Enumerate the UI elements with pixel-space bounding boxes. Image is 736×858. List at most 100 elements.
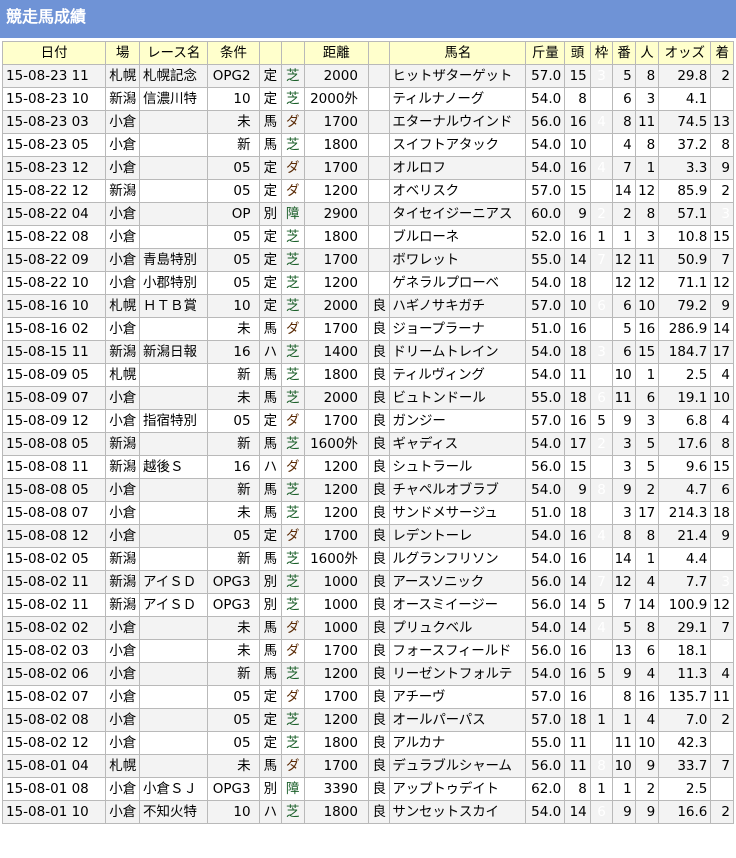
race-name-cell[interactable] (138, 731, 209, 755)
race-name-cell[interactable] (138, 662, 209, 686)
horse-name-cell[interactable]: デュラブルシャーム (389, 754, 527, 778)
horse-name-cell[interactable]: サンドメサージュ (389, 501, 527, 525)
table-row[interactable]: 15-08-02 05 新潟新馬芝 1600外良ルグランフリソン 54.0 16 7 14 1… (1, 547, 734, 571)
race-name-cell[interactable]: 越後Ｓ (138, 455, 209, 479)
race-name-cell[interactable]: ＨＴＢ賞 (138, 294, 209, 318)
horse-name-cell[interactable]: タイセイジーニアス (389, 202, 527, 226)
horse-name-cell[interactable]: チャペルオブラブ (389, 478, 527, 502)
race-name-cell[interactable] (138, 363, 209, 387)
table-row[interactable]: 15-08-23 11 札幌 札幌記念 OPG2 定芝 2000 ヒットザターゲット 57.0… (1, 64, 734, 88)
table-row[interactable]: 15-08-02 06 小倉新馬芝 1200 良リーゼントフォルテ 54.0 16 5 9 4 1… (1, 662, 734, 686)
race-name-cell[interactable] (138, 386, 209, 410)
table-row[interactable]: 15-08-01 04 札幌 未馬ダ 1700 良デュラブルシャーム 56.0 11 8 10 9… (1, 754, 734, 778)
race-name-cell[interactable] (138, 225, 209, 249)
race-name-cell[interactable]: 小郡特別 (138, 271, 209, 295)
race-name-cell[interactable] (138, 179, 209, 203)
horse-name-cell[interactable]: オルロフ (389, 156, 527, 180)
table-row[interactable]: 15-08-09 12 小倉 指宿特別 05 定ダ 1700 良ガンジー 57.0 16 5 9 3 6… (1, 409, 734, 433)
horse-name-cell[interactable]: ヒットザターゲット (389, 64, 527, 88)
race-name-cell[interactable] (138, 524, 209, 548)
header-odds[interactable]: オッズ (658, 41, 712, 65)
race-name-cell[interactable]: 信濃川特 (138, 87, 209, 111)
horse-name-cell[interactable]: リーゼントフォルテ (389, 662, 527, 686)
race-name-cell[interactable] (138, 110, 209, 134)
horse-name-cell[interactable]: シュトラール (389, 455, 527, 479)
race-name-cell[interactable] (138, 133, 209, 157)
table-row[interactable]: 15-08-23 05 小倉新馬芝 1800 スイフトアタック 54.0 10 4 4 8 37.… (1, 133, 734, 157)
horse-name-cell[interactable]: サンセットスカイ (389, 800, 527, 824)
race-name-cell[interactable] (138, 685, 209, 709)
race-name-cell[interactable] (138, 616, 209, 640)
header-place[interactable]: 場 (105, 41, 140, 65)
table-row[interactable]: 15-08-09 05 札幌 新馬芝 1800 良ティルヴィング 54.0 11 8 10 1 2.… (1, 363, 734, 387)
horse-name-cell[interactable]: フォースフィールド (389, 639, 527, 663)
table-row[interactable]: 15-08-23 12 小倉 05 定ダ 1700 オルロフ 54.0 16 4 7 1 3.3 9 (1, 156, 734, 180)
horse-name-cell[interactable]: スイフトアタック (389, 133, 527, 157)
table-row[interactable]: 15-08-02 11 新潟 アイＳＤ OPG3 別芝 1000 良アースソニック 56.0 1… (1, 570, 734, 594)
horse-name-cell[interactable]: レデントーレ (389, 524, 527, 548)
table-row[interactable]: 15-08-16 02 小倉未馬ダ 1700 良ジョープラーナ 51.0 16 3 5 16 28… (1, 317, 734, 341)
race-name-cell[interactable]: 不知火特 (138, 800, 209, 824)
horse-name-cell[interactable]: プリュクベル (389, 616, 527, 640)
header-horse[interactable]: 馬名 (389, 41, 527, 65)
table-row[interactable]: 15-08-02 11 新潟 アイＳＤ OPG3 別芝 1000 良オースミイージー 56.0… (1, 593, 734, 617)
race-name-cell[interactable] (138, 478, 209, 502)
header-date[interactable]: 日付 (1, 41, 107, 65)
horse-name-cell[interactable]: ティルナノーグ (389, 87, 527, 111)
header-finish[interactable]: 着 (710, 41, 734, 65)
horse-name-cell[interactable]: ブルローネ (389, 225, 527, 249)
table-row[interactable]: 15-08-01 10 小倉 不知火特 10 ハ芝 1800 良サンセットスカイ 54.0 14… (1, 800, 734, 824)
horse-name-cell[interactable]: ガンジー (389, 409, 527, 433)
horse-name-cell[interactable]: アースソニック (389, 570, 527, 594)
horse-name-cell[interactable]: アップトゥデイト (389, 777, 527, 801)
table-row[interactable]: 15-08-01 08 小倉 小倉ＳＪ OPG3 別障 3390 良アップトゥデイト 62.0… (1, 777, 734, 801)
table-row[interactable]: 15-08-08 07 小倉未馬芝 1200 良サンドメサージュ 51.0 18 2 3 17 2… (1, 501, 734, 525)
table-row[interactable]: 15-08-22 10 小倉 小郡特別 05 定芝 1200 ゲネラルプローベ 54.0 18 6… (1, 271, 734, 295)
horse-name-cell[interactable]: オベリスク (389, 179, 527, 203)
table-row[interactable]: 15-08-15 11 新潟 新潟日報 16 ハ芝 1400 良ドリームトレイン 54.0 18… (1, 340, 734, 364)
race-name-cell[interactable] (138, 639, 209, 663)
race-name-cell[interactable] (138, 317, 209, 341)
table-row[interactable]: 15-08-08 11 新潟 越後Ｓ 16 ハダ 1200 良シュトラール 56.0 15 2 3 5… (1, 455, 734, 479)
horse-name-cell[interactable]: ボワレット (389, 248, 527, 272)
horse-name-cell[interactable]: アチーヴ (389, 685, 527, 709)
table-row[interactable]: 15-08-02 02 小倉 未馬ダ 1000 良プリュクベル 54.0 14 4 5 8 29.1… (1, 616, 734, 640)
table-row[interactable]: 15-08-22 08 小倉 05 定芝 1800 ブルローネ 52.0 16 1 1 3 10.8 1… (1, 225, 734, 249)
race-name-cell[interactable] (138, 156, 209, 180)
header-condition[interactable]: 条件 (207, 41, 260, 65)
race-name-cell[interactable] (138, 202, 209, 226)
table-row[interactable]: 15-08-22 09 小倉 青島特別 05 定芝 1700 ボワレット 55.0 14 7 12 1… (1, 248, 734, 272)
horse-name-cell[interactable]: ビュトンドール (389, 386, 527, 410)
race-name-cell[interactable]: アイＳＤ (138, 593, 209, 617)
race-name-cell[interactable]: 小倉ＳＪ (138, 777, 209, 801)
table-row[interactable]: 15-08-23 03 小倉 未馬ダ 1700 エターナルウインド 56.0 16 4 8 11 7… (1, 110, 734, 134)
horse-name-cell[interactable]: ドリームトレイン (389, 340, 527, 364)
table-row[interactable]: 15-08-08 12 小倉 05 定ダ 1700 良レデントーレ 54.0 16 4 8 8 21.… (1, 524, 734, 548)
horse-name-cell[interactable]: ルグランフリソン (389, 547, 527, 571)
horse-name-cell[interactable]: アルカナ (389, 731, 527, 755)
race-name-cell[interactable] (138, 501, 209, 525)
header-weight[interactable]: 斤量 (525, 41, 566, 65)
horse-name-cell[interactable]: ジョープラーナ (389, 317, 527, 341)
header-popularity[interactable]: 人 (634, 41, 660, 65)
header-distance[interactable]: 距離 (303, 41, 369, 65)
table-row[interactable]: 15-08-02 08 小倉 05 定芝 1200 良オールパーパス 57.0 18 1 1 4 7.… (1, 708, 734, 732)
race-name-cell[interactable]: 新潟日報 (138, 340, 209, 364)
header-race[interactable]: レース名 (138, 41, 209, 65)
race-name-cell[interactable] (138, 708, 209, 732)
table-row[interactable]: 15-08-02 07 小倉 05 定ダ 1700 良アチーヴ 57.0 16 4 8 16 135.… (1, 685, 734, 709)
race-name-cell[interactable] (138, 754, 209, 778)
horse-name-cell[interactable]: オースミイージー (389, 593, 527, 617)
table-row[interactable]: 15-08-16 10 札幌 ＨＴＢ賞 10 定芝 2000 良ハギノサキガチ 57.0 10 6… (1, 294, 734, 318)
horse-name-cell[interactable]: ハギノサキガチ (389, 294, 527, 318)
horse-name-cell[interactable]: ティルヴィング (389, 363, 527, 387)
table-row[interactable]: 15-08-22 12 新潟 05 定ダ 1200 オベリスク 57.0 15 8 14 12 85.… (1, 179, 734, 203)
table-row[interactable]: 15-08-02 03 小倉 未馬ダ 1700 良フォースフィールド 56.0 16 7 13 6… (1, 639, 734, 663)
table-row[interactable]: 15-08-23 10 新潟 信濃川特 10 定芝 2000外 ティルナノーグ 54.0 8 6 6… (1, 87, 734, 111)
header-number[interactable]: 番 (612, 41, 636, 65)
table-row[interactable]: 15-08-09 07 小倉未馬芝 2000 良ビュトンドール 55.0 18 6 11 6 19… (1, 386, 734, 410)
table-row[interactable]: 15-08-08 05 小倉新馬芝 1200 良チャペルオブラブ 54.0 9 8 9 2 4.7… (1, 478, 734, 502)
horse-name-cell[interactable]: エターナルウインド (389, 110, 527, 134)
race-name-cell[interactable]: 青島特別 (138, 248, 209, 272)
table-row[interactable]: 15-08-22 04 小倉 OP 別障 2900 タイセイジーニアス 60.0 9 2 2 8 57… (1, 202, 734, 226)
